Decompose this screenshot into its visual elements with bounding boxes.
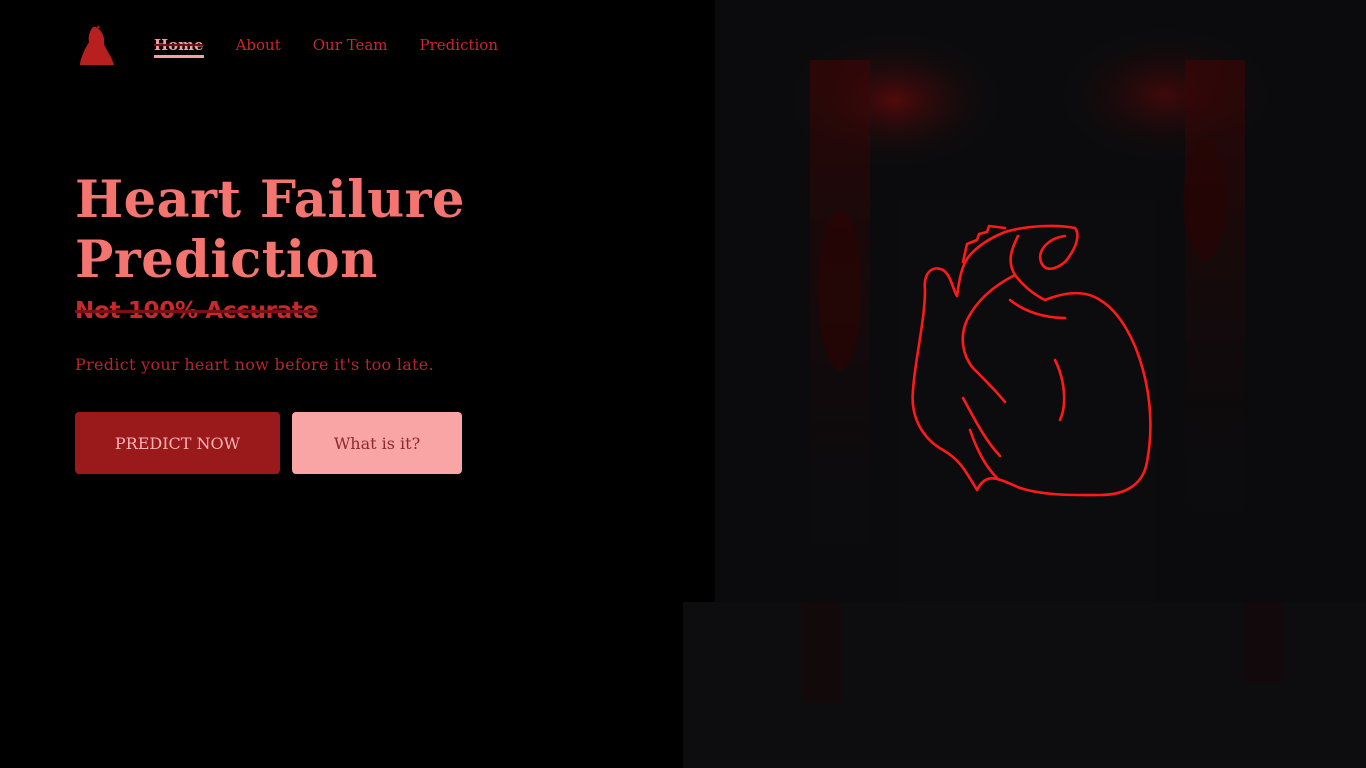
- hero-title: Heart Failure Prediction: [75, 170, 635, 290]
- nav-our-team-link[interactable]: Our Team: [313, 36, 388, 54]
- nav-about-link[interactable]: About: [236, 36, 281, 54]
- hero-photo: [715, 0, 1366, 602]
- what-is-it-button[interactable]: What is it?: [292, 412, 462, 474]
- hero-photo-bottom: [683, 602, 1366, 768]
- nav-home-link[interactable]: Home: [154, 36, 204, 58]
- predict-now-button[interactable]: PREDICT NOW: [75, 412, 280, 474]
- top-navigation: Home About Our Team Prediction: [78, 24, 530, 66]
- hero-image: [715, 0, 1366, 602]
- left-panel: Home About Our Team Prediction Heart Fai…: [0, 0, 715, 768]
- hero-title-line2: Prediction: [75, 230, 378, 290]
- hero-image-bottom: [683, 602, 1366, 768]
- nav-prediction-link[interactable]: Prediction: [420, 36, 498, 54]
- hero-title-line1: Heart Failure: [75, 170, 465, 230]
- hero-subtitle: Not 100% Accurate: [75, 298, 318, 324]
- woman-silhouette-icon[interactable]: [78, 25, 116, 65]
- hero-description: Predict your heart now before it's too l…: [75, 355, 434, 374]
